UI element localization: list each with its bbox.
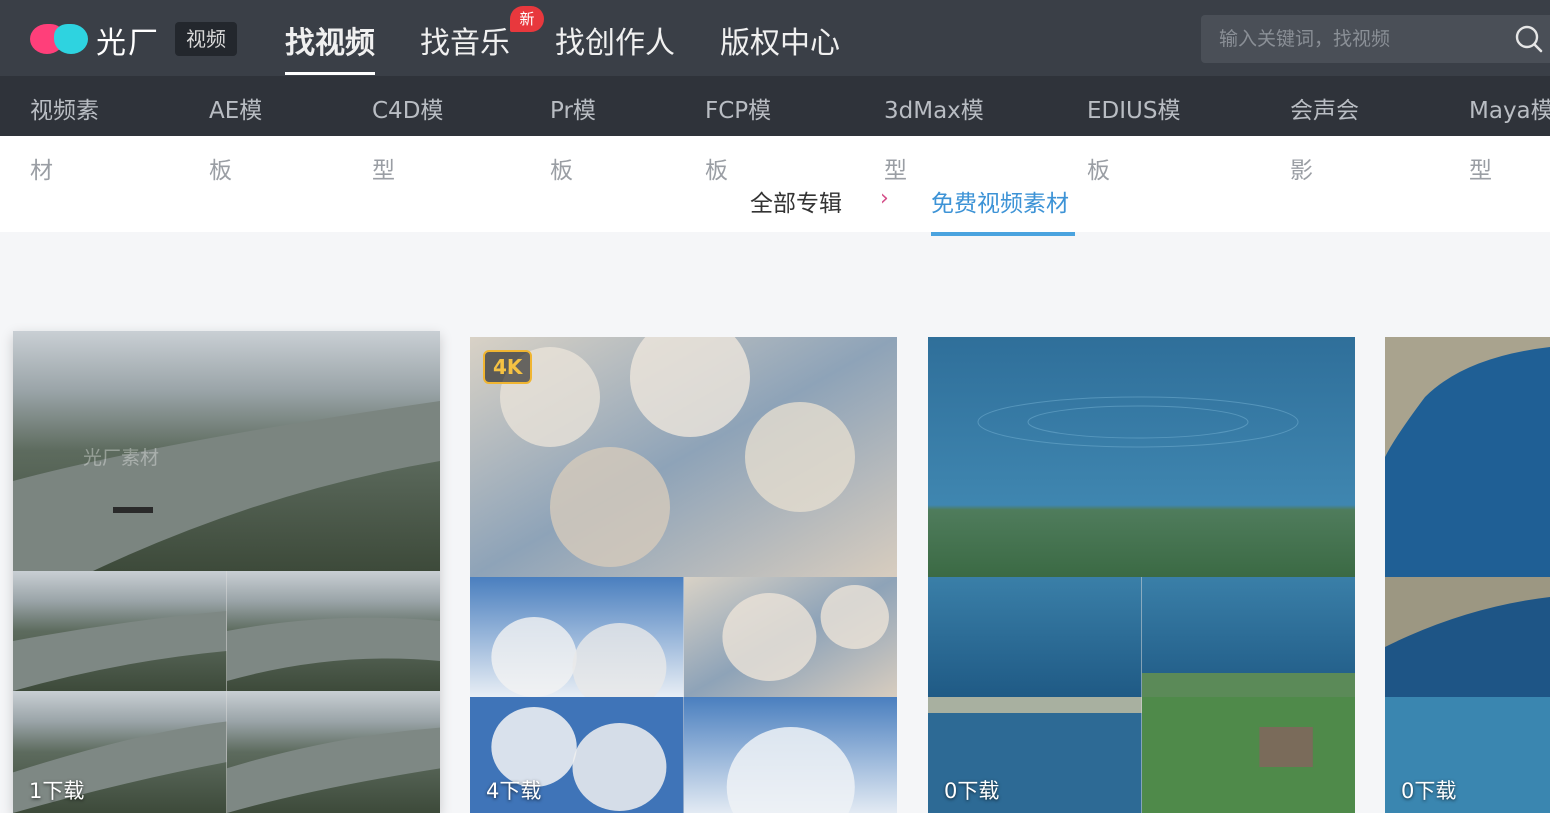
video-preview-frame — [1141, 697, 1355, 813]
category-maya-model[interactable]: Maya模 — [1469, 91, 1550, 125]
category-maya-model-cont[interactable]: 型 — [1469, 151, 1492, 185]
category-video-material-cont[interactable]: 材 — [30, 151, 53, 185]
category-video-material[interactable]: 视频素 — [30, 91, 99, 125]
new-badge: 新 — [510, 6, 544, 32]
nav-find-music[interactable]: 找音乐 — [420, 18, 510, 62]
video-preview-frame — [470, 577, 684, 697]
brand-logo-icon[interactable] — [30, 22, 88, 56]
video-thumbnail[interactable] — [928, 337, 1355, 577]
search-icon[interactable] — [1515, 25, 1543, 53]
top-header: 光厂 视频 找视频 找音乐 新 找创作人 版权中心 — [0, 0, 1550, 76]
brand-tag: 视频 — [175, 22, 237, 56]
category-3dmax-model-cont[interactable]: 型 — [884, 151, 907, 185]
video-preview-frame — [13, 571, 227, 691]
video-card[interactable]: 0下载 — [1385, 337, 1550, 813]
breadcrumb-active-underline — [931, 232, 1075, 236]
nav-find-creator[interactable]: 找创作人 — [555, 18, 675, 62]
chevron-right-icon: › — [880, 186, 889, 211]
category-3dmax-model[interactable]: 3dMax模 — [884, 91, 984, 125]
category-videostudio-cont[interactable]: 影 — [1290, 151, 1313, 185]
breadcrumb-all-albums[interactable]: 全部专辑 — [750, 184, 842, 218]
category-pr-template-cont[interactable]: 板 — [550, 151, 573, 185]
video-card[interactable]: 光厂素材 1下载 — [13, 331, 440, 813]
category-ae-template-cont[interactable]: 板 — [209, 151, 232, 185]
video-preview-frame — [683, 697, 897, 813]
category-c4d-model-cont[interactable]: 型 — [372, 151, 395, 185]
category-edius-template-cont[interactable]: 板 — [1087, 151, 1110, 185]
download-count: 1下载 — [29, 779, 85, 803]
download-count: 4下载 — [486, 779, 542, 803]
video-preview-frame — [1141, 577, 1355, 697]
video-preview-frame — [683, 577, 897, 697]
nav-copyright-center[interactable]: 版权中心 — [720, 18, 840, 62]
brand-name[interactable]: 光厂 — [96, 18, 160, 62]
category-fcp-template[interactable]: FCP模 — [705, 91, 771, 125]
video-thumbnail[interactable] — [13, 331, 440, 571]
download-count: 0下载 — [1401, 779, 1457, 803]
nav-find-video[interactable]: 找视频 — [285, 18, 375, 62]
search-box — [1201, 15, 1550, 63]
category-pr-template[interactable]: Pr模 — [550, 91, 596, 125]
video-card[interactable]: 0下载 — [928, 337, 1355, 813]
video-preview-frame — [226, 691, 440, 813]
category-ae-template[interactable]: AE模 — [209, 91, 262, 125]
breadcrumb-current[interactable]: 免费视频素材 — [931, 184, 1069, 218]
video-thumbnail[interactable] — [1385, 337, 1550, 577]
category-videostudio[interactable]: 会声会 — [1290, 91, 1359, 125]
watermark-text: 光厂素材 — [83, 447, 160, 469]
video-thumbnail[interactable] — [470, 337, 897, 577]
search-input[interactable] — [1219, 25, 1499, 53]
4k-badge: 4K — [483, 350, 533, 384]
video-card[interactable]: 4K 4下载 — [470, 337, 897, 813]
category-edius-template[interactable]: EDIUS模 — [1087, 91, 1180, 125]
video-preview-frame — [1385, 577, 1550, 697]
nav-active-underline — [285, 72, 375, 75]
download-count: 0下载 — [944, 779, 1000, 803]
video-preview-frame — [928, 577, 1142, 697]
category-c4d-model[interactable]: C4D模 — [372, 91, 443, 125]
video-preview-frame — [226, 571, 440, 691]
category-fcp-template-cont[interactable]: 板 — [705, 151, 728, 185]
